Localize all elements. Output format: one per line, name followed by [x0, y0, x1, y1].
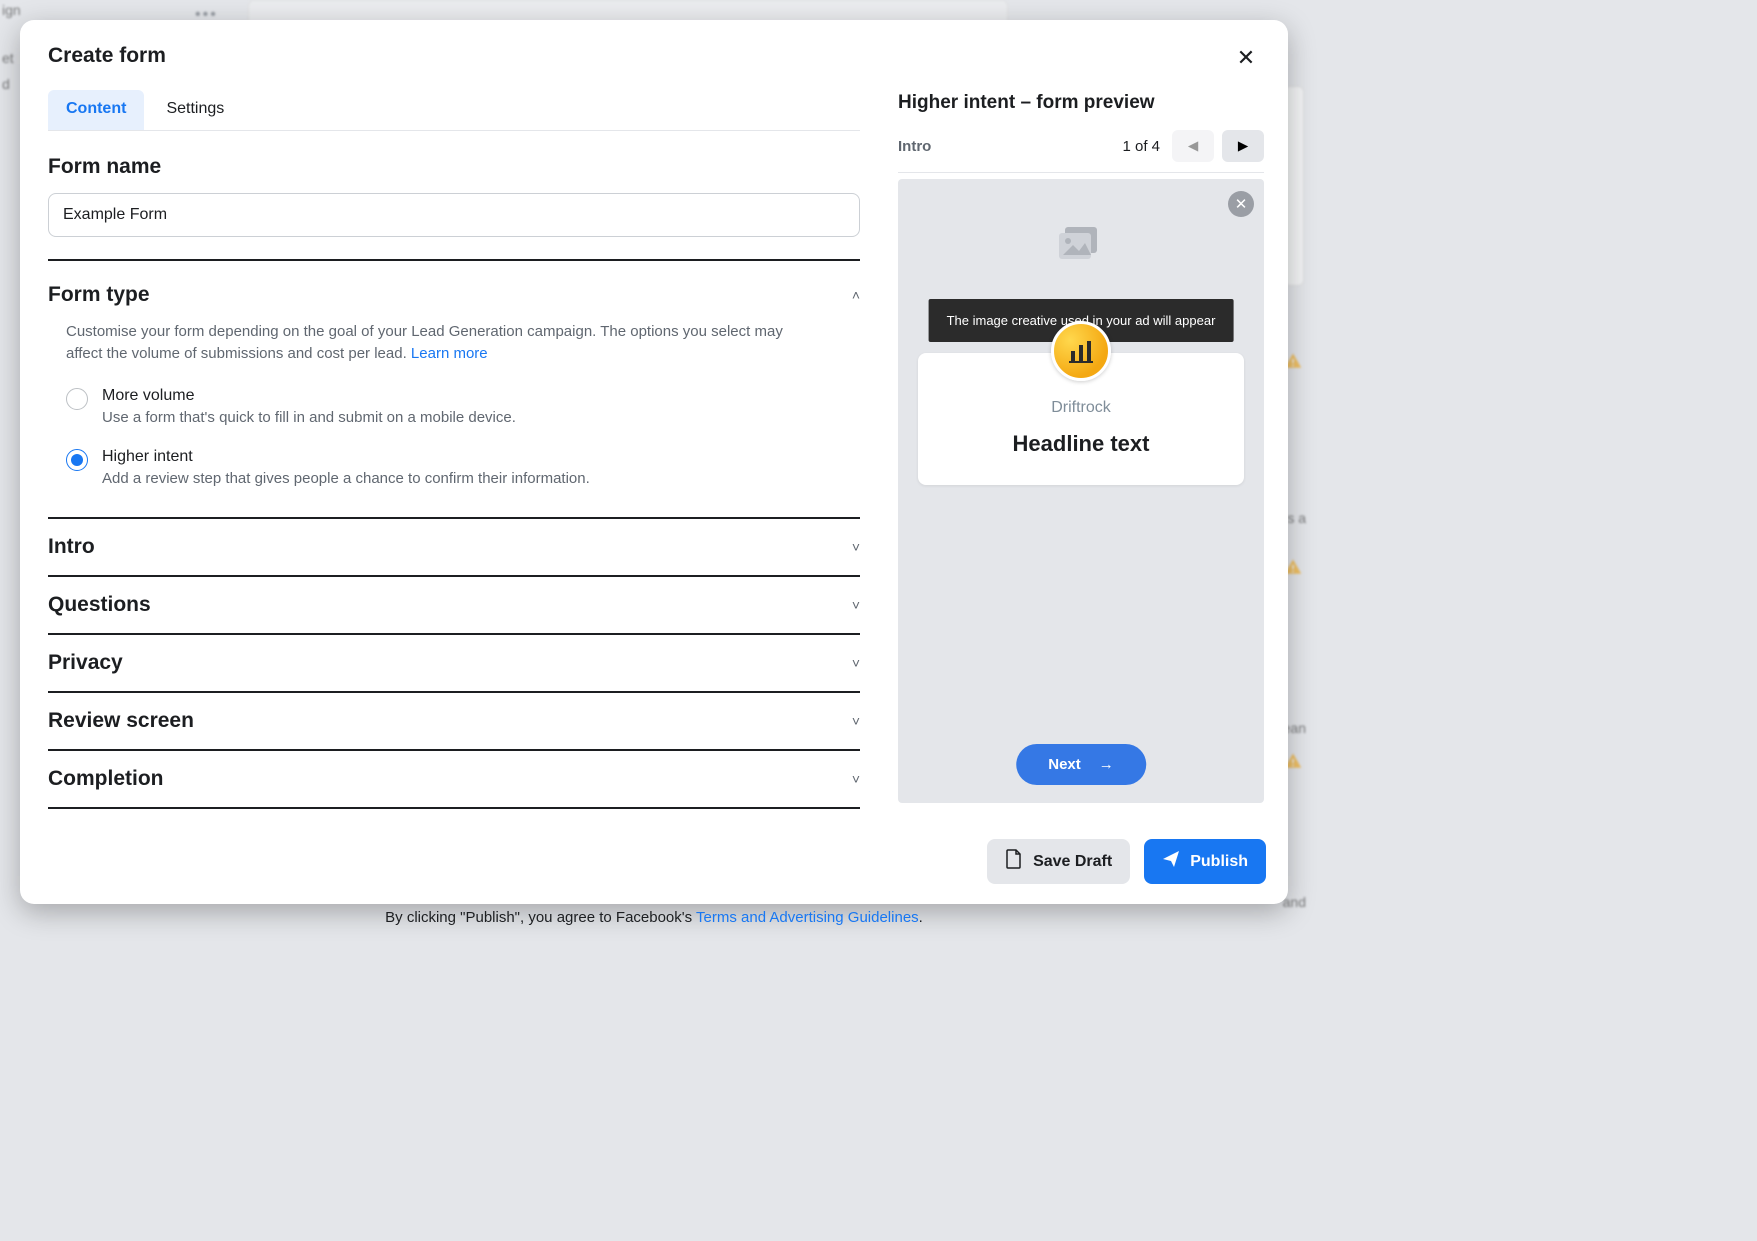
radio-title: More volume [102, 387, 516, 405]
accordion-privacy[interactable]: Privacy ˅ [48, 633, 860, 691]
divider [48, 259, 860, 261]
preview-step-count: 1 of 4 [1122, 138, 1160, 155]
modal-header: Create form ✕ [20, 20, 1288, 68]
preview-step-bar: Intro 1 of 4 ◀ ▶ [898, 130, 1264, 173]
radio-subtitle: Use a form that's quick to fill in and s… [102, 409, 516, 426]
file-icon [1005, 849, 1023, 874]
chevron-down-icon: ˅ [852, 771, 860, 787]
chevron-down-icon: ˅ [852, 713, 860, 729]
radio-higher-intent[interactable]: Higher intent Add a review step that giv… [66, 448, 860, 487]
preview-next-button[interactable]: ▶ [1222, 130, 1264, 162]
preview-headline: Headline text [930, 431, 1232, 457]
accordion-title: Privacy [48, 651, 123, 675]
accordion-questions[interactable]: Questions ˅ [48, 575, 860, 633]
form-type-label: Form type [48, 283, 150, 307]
accordion-title: Intro [48, 535, 95, 559]
image-placeholder-icon [1059, 227, 1103, 268]
save-draft-button[interactable]: Save Draft [987, 839, 1130, 884]
preview-brand-name: Driftrock [930, 399, 1232, 417]
form-type-header[interactable]: Form type ˄ [48, 283, 860, 307]
close-button[interactable]: ✕ [1230, 42, 1262, 74]
publish-disclaimer: By clicking "Publish", you agree to Face… [0, 909, 1308, 926]
create-form-modal: Create form ✕ Content Settings Form name… [20, 20, 1288, 904]
modal-title: Create form [48, 44, 1260, 68]
accordion-title: Completion [48, 767, 164, 791]
preview-canvas: ✕ The image creative used in your ad wil… [898, 179, 1264, 803]
accordion-review-screen[interactable]: Review screen ˅ [48, 691, 860, 749]
form-name-input[interactable] [48, 193, 860, 237]
accordion-title: Questions [48, 593, 151, 617]
paper-plane-icon [1162, 850, 1180, 873]
accordion-intro[interactable]: Intro ˅ [48, 517, 860, 575]
radio-icon-selected [66, 449, 88, 471]
accordion-title: Review screen [48, 709, 194, 733]
publish-label: Publish [1190, 853, 1248, 871]
accordion-completion[interactable]: Completion ˅ [48, 749, 860, 809]
bg-text: ign [2, 2, 21, 18]
preview-step-label: Intro [898, 138, 931, 155]
caret-left-icon: ◀ [1188, 138, 1198, 154]
close-icon: ✕ [1235, 195, 1248, 213]
publish-button[interactable]: Publish [1144, 839, 1266, 884]
chevron-down-icon: ˅ [852, 539, 860, 555]
preview-close-button[interactable]: ✕ [1228, 191, 1254, 217]
bg-text: et [2, 50, 14, 66]
form-editor-pane: Content Settings Form name Form type ˄ C… [20, 68, 888, 833]
tabs: Content Settings [48, 68, 860, 131]
preview-pane: Higher intent – form preview Intro 1 of … [888, 68, 1288, 833]
radio-more-volume[interactable]: More volume Use a form that's quick to f… [66, 387, 860, 426]
save-draft-label: Save Draft [1033, 853, 1112, 871]
preview-card: Driftrock Headline text [918, 353, 1244, 485]
close-icon: ✕ [1237, 45, 1255, 71]
brand-avatar [1051, 321, 1111, 381]
radio-subtitle: Add a review step that gives people a ch… [102, 470, 590, 487]
arrow-right-icon: → [1099, 756, 1114, 773]
disclaimer-text: By clicking "Publish", you agree to Face… [385, 909, 696, 926]
preview-title: Higher intent – form preview [898, 92, 1264, 114]
radio-title: Higher intent [102, 448, 590, 466]
chevron-down-icon: ˅ [852, 597, 860, 613]
next-label: Next [1048, 756, 1081, 773]
modal-footer: Save Draft Publish [20, 833, 1288, 904]
form-type-description: Customise your form depending on the goa… [66, 321, 806, 365]
brand-logo-icon [1067, 337, 1095, 365]
preview-prev-button[interactable]: ◀ [1172, 130, 1214, 162]
caret-right-icon: ▶ [1238, 138, 1248, 154]
learn-more-link[interactable]: Learn more [411, 345, 488, 362]
chevron-up-icon: ˄ [852, 287, 860, 303]
bg-text: s a [1287, 510, 1306, 526]
tab-settings[interactable]: Settings [148, 90, 242, 130]
form-name-label: Form name [48, 155, 860, 179]
chevron-down-icon: ˅ [852, 655, 860, 671]
radio-icon [66, 388, 88, 410]
tab-content[interactable]: Content [48, 90, 144, 130]
terms-link[interactable]: Terms and Advertising Guidelines [696, 909, 919, 926]
disclaimer-text: . [919, 909, 923, 926]
preview-next-pill[interactable]: Next → [1016, 744, 1146, 785]
bg-text: d [2, 76, 10, 92]
